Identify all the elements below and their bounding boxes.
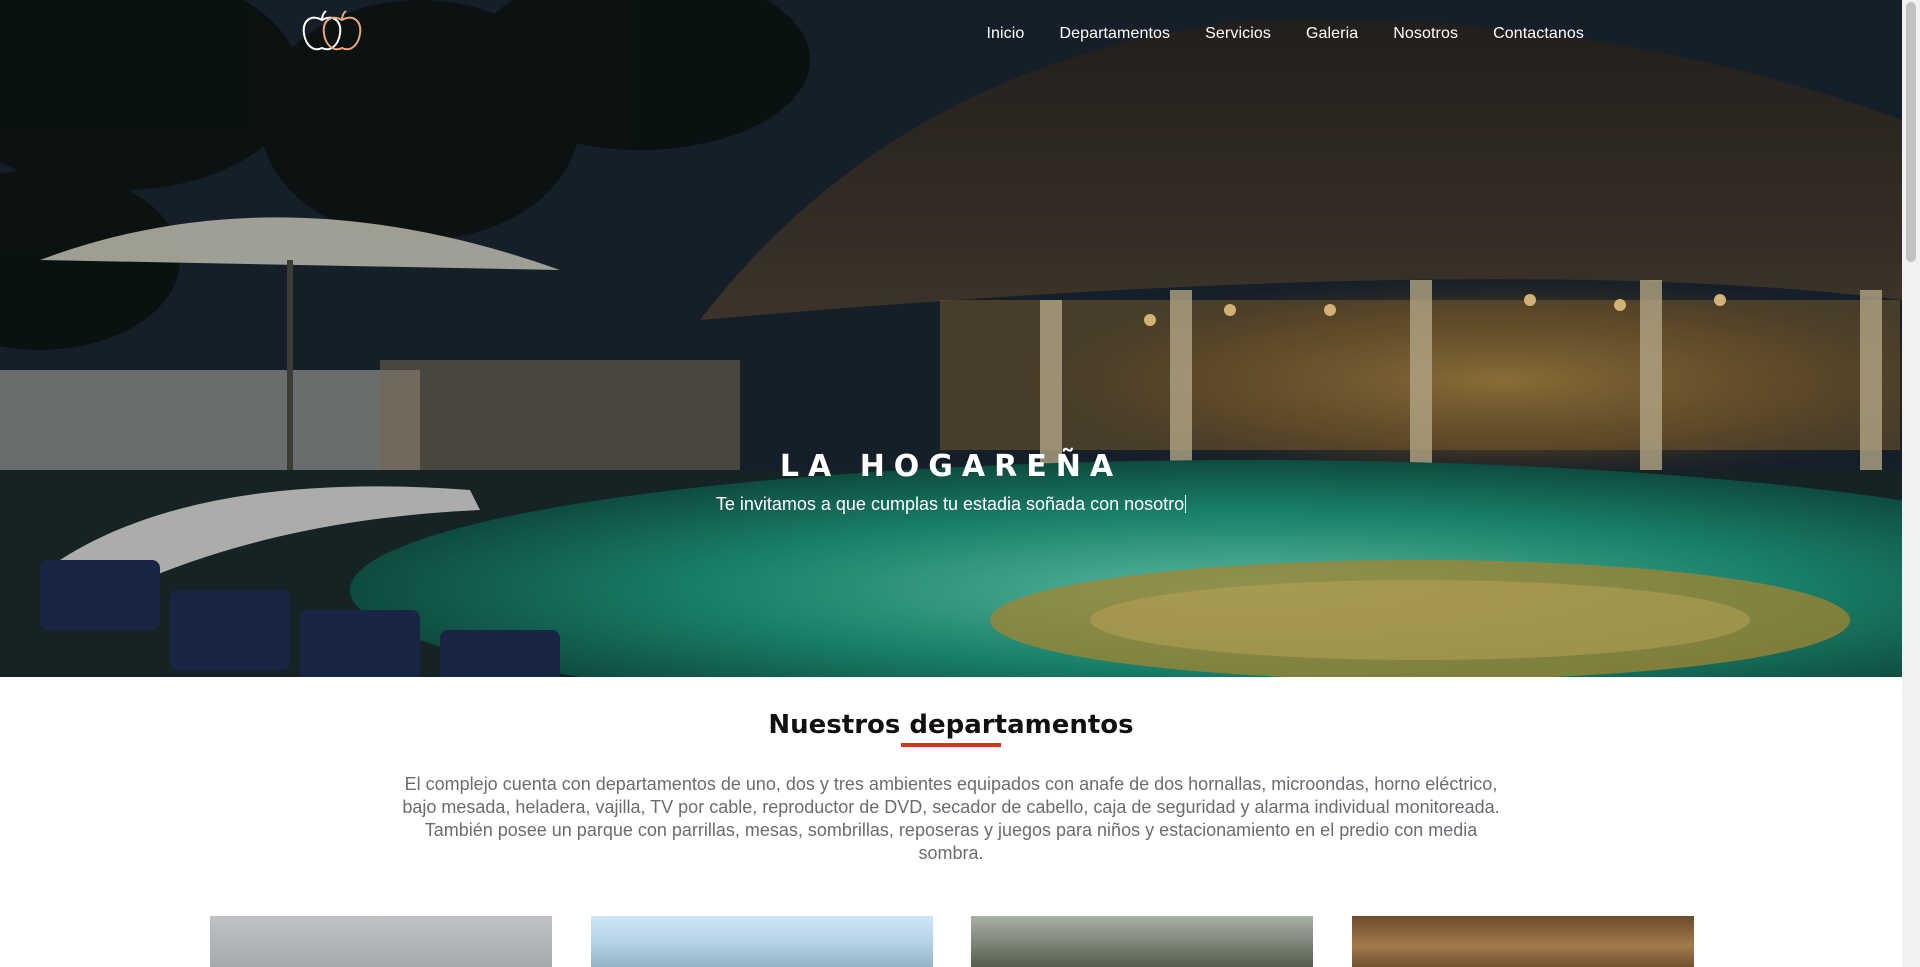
hero-overlay xyxy=(0,0,1902,677)
hero-banner: Inicio Departamentos Servicios Galeria N… xyxy=(0,0,1902,677)
apartment-card-image[interactable] xyxy=(210,916,552,967)
hero-title: LA HOGAREÑA xyxy=(779,449,1123,484)
section-title: Nuestros departamentos xyxy=(768,710,1134,740)
apartment-card-image[interactable] xyxy=(591,916,933,967)
hero-subtitle: Te invitamos a que cumplas tu estadia so… xyxy=(0,494,1902,515)
section-title-underline xyxy=(901,743,1001,747)
page-scrollbar[interactable] xyxy=(1902,0,1920,967)
main-nav: Inicio Departamentos Servicios Galeria N… xyxy=(951,25,1584,43)
apartment-card-image[interactable] xyxy=(971,916,1313,967)
section-description: El complejo cuenta con departamentos de … xyxy=(402,774,1500,863)
nav-item-galeria[interactable]: Galeria xyxy=(1306,25,1358,43)
nav-item-departamentos[interactable]: Departamentos xyxy=(1059,25,1170,43)
nav-item-servicios[interactable]: Servicios xyxy=(1205,25,1271,43)
hero-subtitle-text: Te invitamos a que cumplas tu estadia so… xyxy=(715,494,1185,514)
nav-item-inicio[interactable]: Inicio xyxy=(986,25,1024,43)
nav-item-contactanos[interactable]: Contactanos xyxy=(1493,25,1584,43)
typing-caret xyxy=(1185,495,1187,513)
two-apples-icon[interactable] xyxy=(300,10,366,54)
nav-item-nosotros[interactable]: Nosotros xyxy=(1393,25,1458,43)
page: Inicio Departamentos Servicios Galeria N… xyxy=(0,0,1902,967)
apartment-cards xyxy=(0,916,1902,967)
apartment-card-image[interactable] xyxy=(1352,916,1694,967)
scrollbar-thumb[interactable] xyxy=(1906,2,1916,262)
